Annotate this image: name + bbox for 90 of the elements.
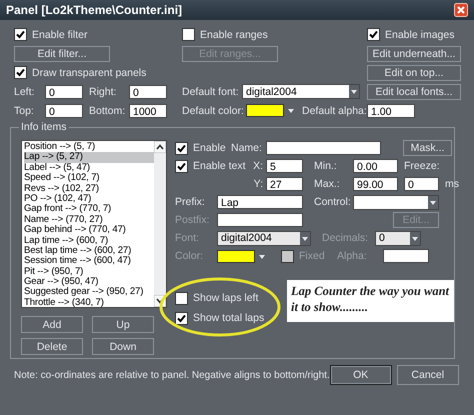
input-field[interactable]: 1.00 — [367, 104, 415, 118]
window-title: Panel [Lo2kTheme\Counter.ini] — [6, 3, 182, 17]
list-item[interactable]: Lap --> (5, 27) — [24, 152, 154, 163]
list-item[interactable]: Revs --> (102, 27) — [24, 184, 154, 194]
checkbox[interactable] — [14, 66, 27, 79]
field-label: ms — [445, 178, 459, 190]
field-label: Default color: — [182, 104, 245, 116]
checkbox-label: Show laps left — [193, 292, 258, 304]
list-item[interactable]: Gap front --> (770, 7) — [24, 204, 154, 215]
input-field[interactable]: 0.00 — [353, 159, 398, 173]
color-swatch[interactable] — [246, 104, 284, 117]
field-label: Left: — [14, 86, 36, 98]
checkbox[interactable] — [175, 292, 188, 304]
list-item[interactable]: Name --> (770, 27) — [24, 214, 154, 226]
checkbox-label: Enable filter — [32, 28, 88, 40]
field-label: Top: — [14, 104, 35, 116]
field-label: Default alpha: — [302, 104, 367, 116]
checkbox[interactable] — [175, 142, 188, 154]
caption-text: Lap Counter the way you want it to show......... — [287, 280, 454, 322]
checkbox-label: Enable — [193, 142, 226, 154]
field-label: Default font: — [182, 86, 240, 98]
checkbox[interactable] — [175, 312, 188, 324]
field-label: Color: — [175, 250, 204, 262]
field-label: Right: — [89, 86, 118, 98]
list-item[interactable]: Session time --> (600, 47) — [24, 256, 154, 267]
list-item[interactable]: Suggested gear --> (950, 27) — [24, 287, 154, 298]
input-field[interactable]: 27 — [266, 177, 303, 191]
list-item[interactable]: Throttle --> (340, 7) — [24, 298, 154, 307]
field-label: Bottom: — [89, 104, 126, 116]
checkbox[interactable] — [367, 28, 380, 41]
list-item[interactable]: Gap behind --> (770, 47) — [24, 225, 154, 236]
field-label: Control: — [313, 196, 352, 208]
list-item[interactable]: Best lap time --> (600, 27) — [24, 246, 154, 256]
button[interactable]: Delete — [21, 338, 83, 355]
button[interactable]: Edit filter... — [14, 46, 110, 62]
font-dropdown[interactable]: digital2004 — [242, 84, 360, 99]
checkbox-label: Show total laps — [193, 312, 264, 324]
group-title: Info items — [19, 121, 69, 133]
input-field[interactable]: 99.00 — [353, 177, 398, 191]
scrollbar[interactable] — [154, 141, 166, 307]
input-field[interactable]: 0 — [129, 84, 167, 98]
list-item[interactable]: Speed --> (102, 7) — [24, 173, 154, 184]
input-field[interactable] — [266, 141, 381, 155]
input-field[interactable]: 5 — [266, 159, 303, 173]
button[interactable]: Mask... — [403, 140, 452, 156]
input-field[interactable]: 0 — [404, 177, 439, 191]
note-text: Note: co-ordinates are relative to panel. Negative aligns to bottom/right. — [14, 370, 330, 380]
list-item[interactable]: Position --> (5, 7) — [24, 142, 154, 152]
field-label: Min.: — [313, 160, 338, 172]
button[interactable]: Add — [21, 316, 83, 333]
checkbox[interactable] — [14, 28, 27, 41]
list-item[interactable]: Lap time --> (600, 7) — [24, 236, 154, 246]
dropdown[interactable] — [353, 194, 439, 210]
field-label: Freeze: — [404, 160, 440, 172]
field-label: Font: — [175, 232, 200, 244]
checkbox[interactable] — [175, 160, 188, 172]
input-field[interactable] — [383, 249, 429, 263]
button[interactable]: Edit local fonts... — [367, 84, 461, 100]
input-field[interactable] — [217, 213, 303, 227]
checkbox-label: Enable ranges — [200, 28, 268, 40]
button[interactable]: Down — [92, 338, 154, 355]
input-field[interactable]: 1000 — [129, 104, 167, 118]
checkbox-label: Enable images — [385, 28, 454, 40]
field-label: X: — [252, 160, 264, 172]
info-items-list[interactable] — [21, 140, 167, 308]
field-label: Name: — [231, 142, 263, 154]
checkbox-label: Enable text — [193, 160, 246, 172]
button[interactable]: Edit underneath... — [367, 46, 461, 62]
field-label: Decimals: — [321, 232, 370, 244]
list-item[interactable]: PO --> (102, 47) — [24, 194, 154, 204]
list-item[interactable]: Label --> (5, 47) — [24, 162, 154, 174]
button[interactable]: Cancel — [396, 365, 459, 385]
list-item[interactable]: Pit --> (950, 7) — [24, 266, 154, 278]
field-label: Prefix: — [175, 196, 206, 208]
scroll-up-icon — [154, 141, 166, 153]
field-label: Alpha: — [337, 250, 368, 262]
button[interactable]: Up — [92, 316, 154, 333]
button[interactable]: OK — [330, 365, 392, 385]
field-label: Y: — [252, 178, 264, 190]
input-field[interactable]: Lap — [217, 195, 303, 209]
checkbox[interactable] — [182, 28, 195, 41]
input-field[interactable]: 0 — [45, 104, 83, 118]
close-icon — [454, 3, 468, 17]
checkbox-label: Fixed — [299, 250, 325, 262]
list-item[interactable]: Gear --> (950, 47) — [24, 277, 154, 288]
field-label: Max.: — [313, 178, 341, 190]
field-label: Postfix: — [175, 214, 210, 226]
checkbox-label: Draw transparent panels — [32, 66, 146, 78]
button[interactable]: Edit on top... — [367, 64, 461, 80]
input-field[interactable]: 0 — [45, 84, 83, 98]
